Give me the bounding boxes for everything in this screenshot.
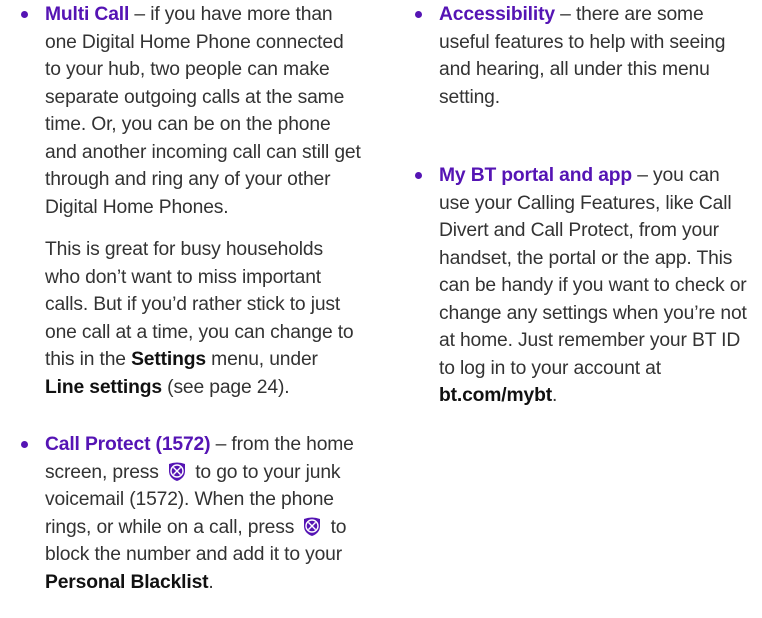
block-call-icon — [304, 517, 321, 536]
multi-call-text-2c: (see page 24). — [161, 376, 290, 398]
multi-call-text-2b: menu, under — [205, 349, 318, 370]
mybt-link[interactable]: bt.com/mybt — [439, 385, 552, 406]
bullet-icon — [413, 168, 426, 181]
call-protect-term: Call Protect (1572) — [45, 434, 211, 455]
dash: – — [210, 434, 232, 455]
dash: – — [129, 4, 151, 25]
left-column: Multi Call – if you have more than one D… — [16, 0, 361, 596]
list-item-call-protect: Call Protect (1572) – from the home scre… — [16, 431, 361, 596]
multi-call-paragraph: Multi Call – if you have more than one D… — [45, 1, 361, 221]
line-settings-ref: Line settings — [45, 376, 162, 398]
right-column: Accessibility – there are some useful fe… — [410, 0, 750, 410]
call-protect-paragraph: Call Protect (1572) – from the home scre… — [45, 431, 361, 596]
block-call-icon — [169, 462, 185, 481]
portal-text-b: . — [551, 385, 558, 406]
portal-text-a: you can use your Calling Features, like … — [439, 165, 747, 379]
dash: – — [554, 4, 576, 25]
bullet-icon — [413, 7, 426, 20]
portal-paragraph: My BT portal and app – you can use your … — [439, 162, 750, 410]
personal-blacklist-ref: Personal Blacklist — [45, 571, 209, 593]
list-item-multi-call: Multi Call – if you have more than one D… — [16, 1, 361, 401]
list-item-my-bt-portal: My BT portal and app – you can use your … — [410, 162, 750, 410]
settings-menu-ref: Settings — [131, 349, 206, 370]
multi-call-text: if you have more than one Digital Home P… — [45, 4, 361, 218]
bullet-icon — [19, 437, 32, 450]
call-protect-text-d: . — [208, 571, 214, 593]
list-item-accessibility: Accessibility – there are some useful fe… — [410, 1, 750, 111]
accessibility-paragraph: Accessibility – there are some useful fe… — [439, 1, 750, 111]
accessibility-term: Accessibility — [439, 4, 555, 25]
bullet-icon — [19, 7, 32, 20]
multi-call-paragraph-2: This is great for busy households who do… — [45, 236, 361, 401]
portal-term: My BT portal and app — [439, 165, 633, 186]
dash: – — [632, 165, 654, 186]
multi-call-term: Multi Call — [45, 4, 130, 25]
